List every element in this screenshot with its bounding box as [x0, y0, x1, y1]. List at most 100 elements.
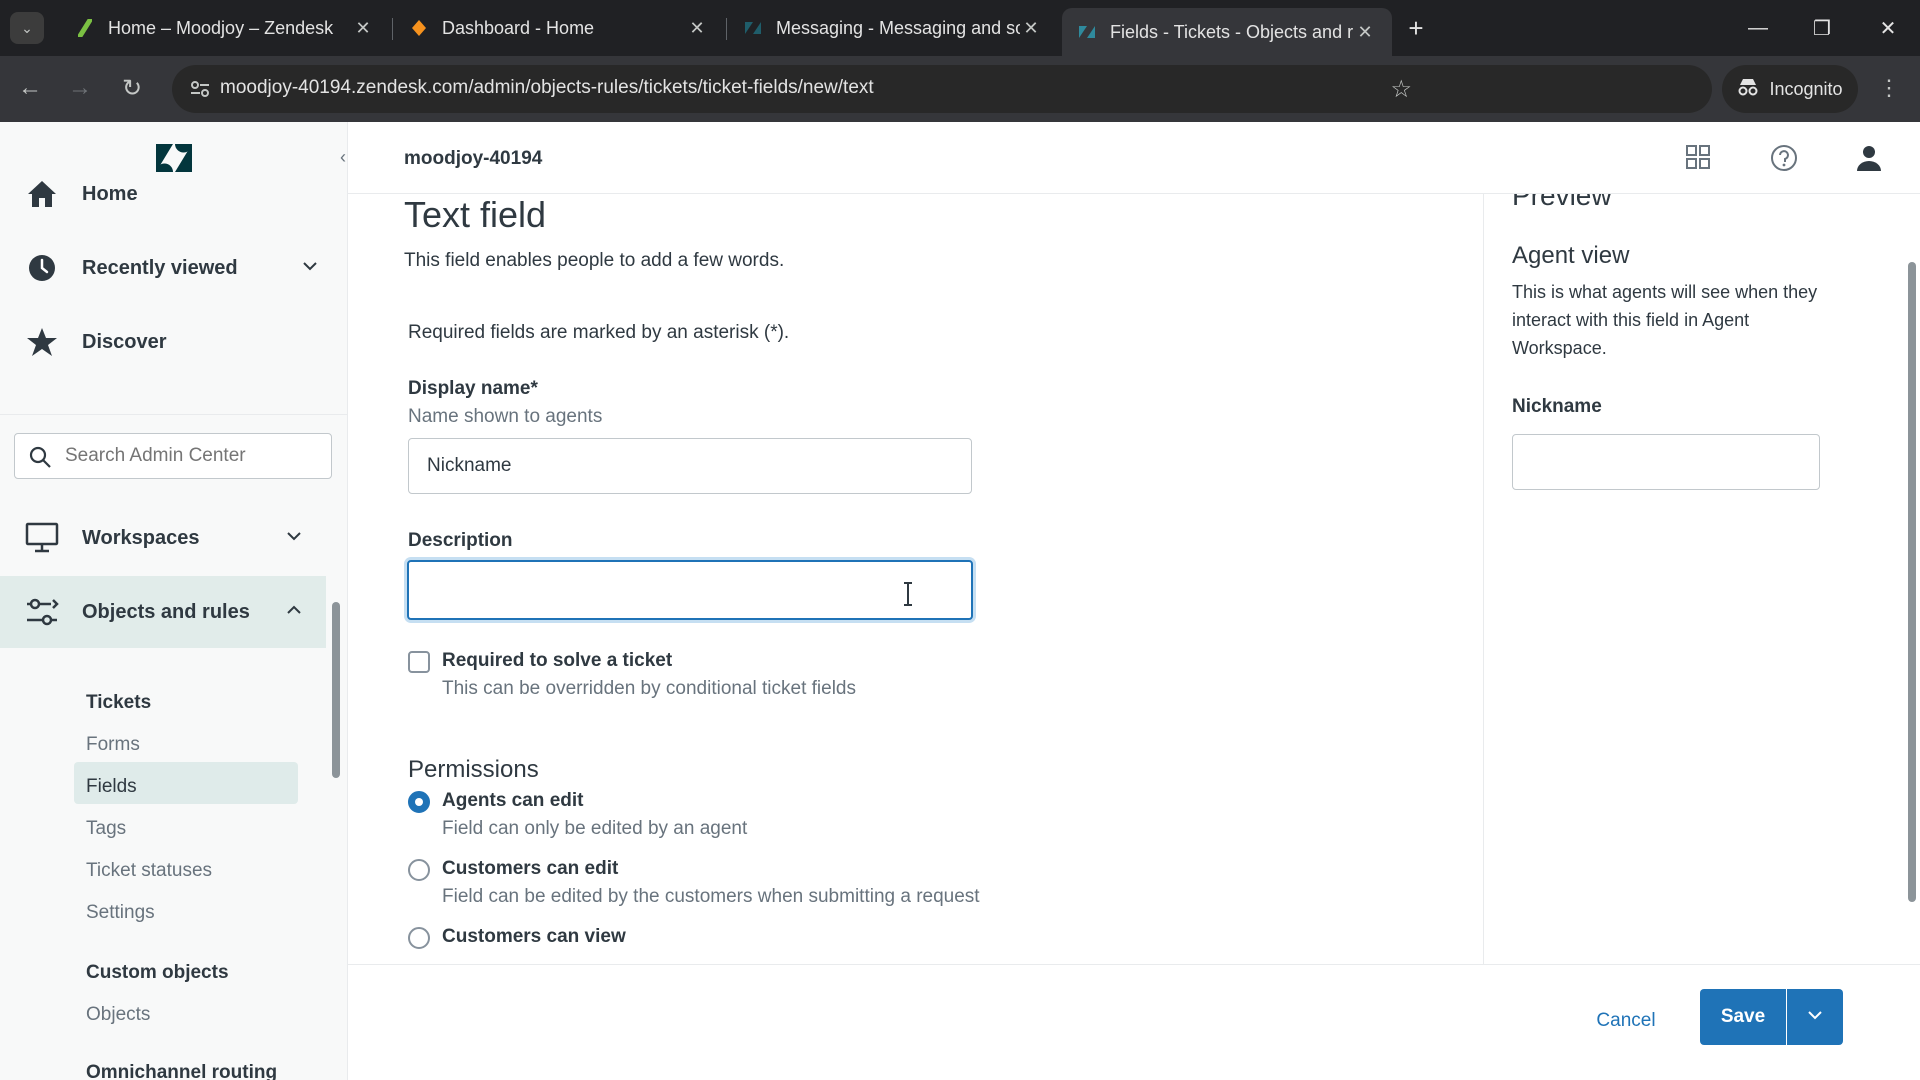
- clock-icon: [24, 250, 60, 286]
- home-icon: [24, 176, 60, 212]
- new-tab-button[interactable]: +: [1400, 12, 1432, 44]
- browser-tab-active[interactable]: Fields - Tickets - Objects and ru ✕: [1062, 8, 1392, 56]
- browser-tab-3[interactable]: Messaging - Messaging and so ✕: [728, 8, 1058, 48]
- close-tab-icon[interactable]: ✕: [1020, 18, 1042, 39]
- tickets-heading: Tickets: [86, 692, 152, 713]
- subnav-ticket-statuses[interactable]: Ticket statuses: [86, 860, 212, 882]
- subnav-forms[interactable]: Forms: [86, 734, 140, 756]
- display-name-hint: Name shown to agents: [408, 406, 603, 427]
- agent-view-description: This is what agents will see when they i…: [1512, 282, 1818, 358]
- save-options-button[interactable]: [1787, 989, 1843, 1045]
- close-tab-icon[interactable]: ✕: [686, 18, 708, 39]
- zendesk-icon: [744, 19, 762, 37]
- address-bar[interactable]: moodjoy-40194.zendesk.com/admin/objects-…: [172, 65, 1712, 113]
- customers-can-view-radio[interactable]: [408, 927, 430, 949]
- tab-strip: ⌄ Home – Moodjoy – Zendesk ✕ Dashboard -…: [0, 0, 1920, 56]
- sidebar-divider: [0, 414, 347, 415]
- customers-can-edit-hint: Field can be edited by the customers whe…: [442, 886, 980, 907]
- preview-title: Preview: [1512, 194, 1612, 211]
- field-form: Text field This field enables people to …: [348, 194, 1483, 964]
- chevron-down-icon[interactable]: [300, 256, 320, 276]
- nav-recently-viewed[interactable]: Recently viewed: [0, 232, 347, 304]
- reload-icon[interactable]: ↻: [112, 68, 152, 108]
- required-note: Required fields are marked by an asteris…: [408, 322, 790, 343]
- nav-discover[interactable]: Discover: [0, 306, 347, 378]
- nav-label: Objects and rules: [82, 600, 250, 623]
- subnav-settings[interactable]: Settings: [86, 902, 155, 924]
- url-text: moodjoy-40194.zendesk.com/admin/objects-…: [220, 77, 874, 98]
- close-tab-icon[interactable]: ✕: [352, 18, 374, 39]
- display-name-label: Display name*: [408, 378, 538, 399]
- agents-can-edit-label[interactable]: Agents can edit: [442, 790, 583, 812]
- customers-can-view-label[interactable]: Customers can view: [442, 926, 626, 948]
- nav-objects-and-rules[interactable]: Objects and rules: [0, 576, 326, 648]
- description-input[interactable]: [407, 560, 973, 620]
- search-admin-center[interactable]: [14, 433, 332, 479]
- chevron-down-icon: [1805, 1005, 1825, 1030]
- nav-label: Home: [82, 182, 138, 205]
- sidebar-scroll-thumb[interactable]: [332, 602, 340, 778]
- forward-icon[interactable]: →: [60, 68, 100, 108]
- top-bar: moodjoy-40194: [348, 122, 1920, 194]
- subnav-fields[interactable]: Fields: [86, 776, 137, 798]
- browser-chrome: ⌄ Home – Moodjoy – Zendesk ✕ Dashboard -…: [0, 0, 1920, 122]
- custom-objects-heading: Custom objects: [86, 962, 229, 983]
- required-to-solve-label[interactable]: Required to solve a ticket: [442, 650, 672, 672]
- objects-rules-icon: [24, 594, 60, 630]
- zendesk-icon: [1078, 23, 1096, 41]
- nav-label: Recently viewed: [82, 256, 238, 279]
- user-avatar-icon[interactable]: [1856, 144, 1886, 174]
- orange-diamond-icon: [410, 19, 428, 37]
- omnichannel-routing-heading[interactable]: Omnichannel routing: [86, 1062, 277, 1080]
- display-name-input[interactable]: [408, 438, 972, 494]
- search-icon: [29, 446, 51, 468]
- description-wrapper: [407, 560, 973, 620]
- site-info-icon[interactable]: [188, 77, 212, 101]
- save-button[interactable]: Save: [1700, 989, 1786, 1045]
- restore-icon[interactable]: ❐: [1790, 8, 1854, 48]
- agent-view-heading: Agent view: [1512, 242, 1630, 269]
- back-icon[interactable]: ←: [10, 68, 50, 108]
- bookmark-star-icon[interactable]: ☆: [1390, 75, 1412, 104]
- incognito-icon: [1737, 77, 1759, 102]
- description-label: Description: [408, 530, 513, 551]
- search-input[interactable]: [65, 442, 315, 470]
- nav-home[interactable]: Home: [0, 158, 347, 230]
- customers-can-edit-radio[interactable]: [408, 859, 430, 881]
- tab-title: Messaging - Messaging and so: [776, 17, 1020, 38]
- sidebar-scrollbar[interactable]: [328, 502, 342, 1072]
- chevron-down-icon[interactable]: [284, 526, 304, 546]
- incognito-label: Incognito: [1769, 78, 1843, 99]
- page-scroll-thumb[interactable]: [1908, 262, 1916, 902]
- tab-search-button[interactable]: ⌄: [10, 12, 44, 44]
- browser-toolbar: ← → ↻ moodjoy-40194.zendesk.com/admin/ob…: [0, 56, 1920, 122]
- nav-workspaces[interactable]: Workspaces: [0, 502, 347, 574]
- form-footer: Cancel Save: [348, 964, 1920, 1080]
- incognito-indicator[interactable]: Incognito: [1722, 65, 1858, 113]
- nav-label: Discover: [82, 330, 167, 353]
- browser-menu-icon[interactable]: ⋮: [1874, 68, 1904, 108]
- chevron-up-icon[interactable]: [284, 600, 304, 620]
- close-tab-icon[interactable]: ✕: [1354, 22, 1376, 43]
- minimize-icon[interactable]: —: [1726, 8, 1790, 48]
- browser-tab-2[interactable]: Dashboard - Home ✕: [394, 8, 724, 48]
- required-to-solve-checkbox[interactable]: [408, 651, 430, 673]
- preview-field-input[interactable]: [1512, 434, 1820, 490]
- help-icon[interactable]: [1770, 144, 1800, 174]
- products-grid-icon[interactable]: [1685, 144, 1715, 174]
- subnav-objects[interactable]: Objects: [86, 1004, 150, 1026]
- preview-field-label: Nickname: [1512, 396, 1602, 417]
- tab-title: Dashboard - Home: [442, 17, 595, 38]
- browser-tab-1[interactable]: Home – Moodjoy – Zendesk ✕: [60, 8, 390, 48]
- tab-title: Fields - Tickets - Objects and ru: [1110, 21, 1354, 42]
- agents-can-edit-hint: Field can only be edited by an agent: [442, 818, 748, 839]
- main-panel: moodjoy-40194 Text field This field enab…: [348, 122, 1920, 1080]
- customers-can-edit-label[interactable]: Customers can edit: [442, 858, 618, 880]
- close-window-icon[interactable]: ✕: [1856, 8, 1920, 48]
- cancel-button[interactable]: Cancel: [1586, 1001, 1666, 1041]
- subnav-tags[interactable]: Tags: [86, 818, 126, 840]
- agents-can-edit-radio[interactable]: [408, 791, 430, 813]
- tab-separator: [726, 18, 727, 40]
- page-subtitle: This field enables people to add a few w…: [404, 250, 785, 271]
- monitor-icon: [24, 520, 60, 556]
